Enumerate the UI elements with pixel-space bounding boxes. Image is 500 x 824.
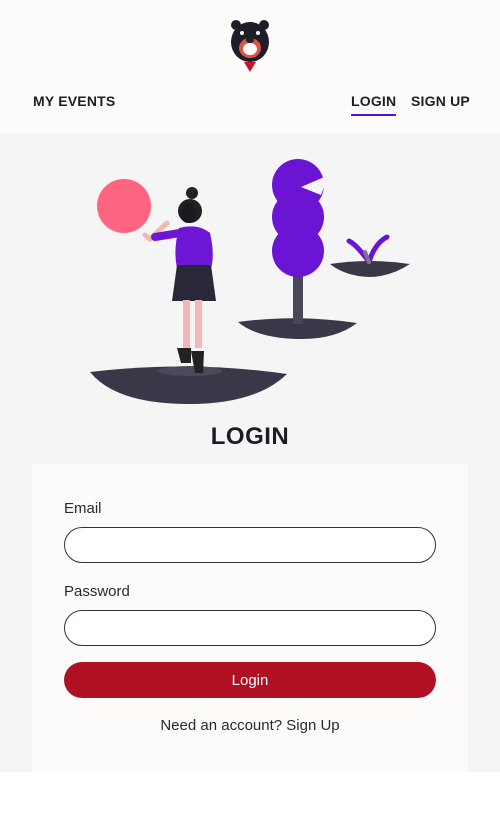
password-label: Password: [64, 583, 130, 600]
email-label: Email: [64, 500, 102, 517]
signup-link[interactable]: Sign Up: [286, 717, 339, 734]
email-field[interactable]: [64, 527, 436, 563]
nav-login[interactable]: LOGIN: [351, 93, 397, 116]
nav-my-events[interactable]: MY EVENTS: [33, 93, 115, 109]
login-button[interactable]: Login: [64, 662, 436, 698]
woman-with-balloon-and-trees-illustration: [90, 159, 410, 405]
signup-prompt: Need an account? Sign Up: [0, 717, 500, 734]
nav-signup[interactable]: SIGN UP: [411, 93, 470, 109]
page-title: LOGIN: [210, 423, 290, 450]
bear-mascot-icon[interactable]: [228, 18, 272, 74]
header: MY EVENTS LOGIN SIGN UP: [0, 0, 500, 133]
signup-prompt-text: Need an account?: [160, 717, 283, 734]
password-field[interactable]: [64, 610, 436, 646]
